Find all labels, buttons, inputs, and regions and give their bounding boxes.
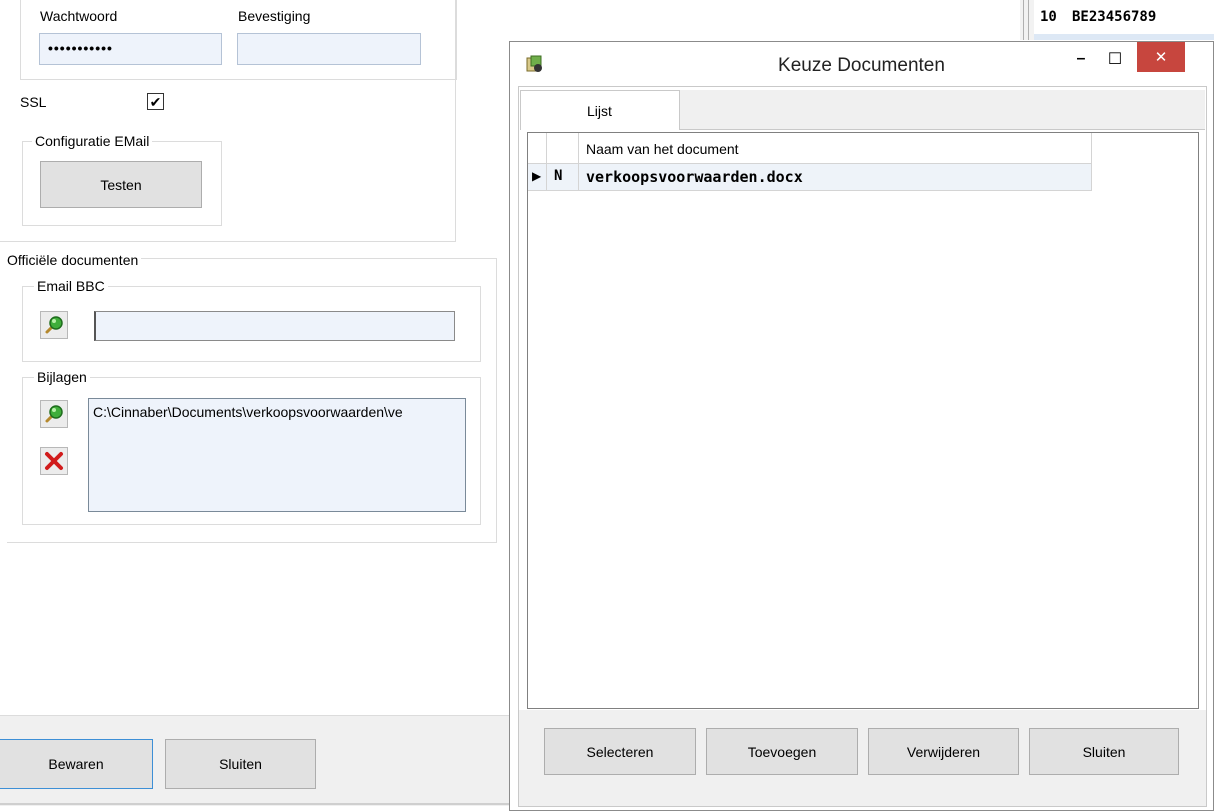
email-bbc-input[interactable] <box>94 311 455 341</box>
test-button[interactable]: Testen <box>40 161 202 208</box>
select-button[interactable]: Selecteren <box>544 728 696 775</box>
minimize-icon: – <box>1076 50 1086 67</box>
document-grid[interactable]: Naam van het document ▶ N verkoopsvoorwa… <box>527 132 1199 709</box>
tab-lijst-label: Lijst <box>587 103 612 119</box>
confirm-field[interactable] <box>237 33 421 65</box>
delete-icon <box>45 452 63 470</box>
keuze-documenten-dialog: Keuze Documenten – ☐ ✕ Lijst Naam van he… <box>509 41 1214 811</box>
minimize-button[interactable]: – <box>1066 46 1096 72</box>
config-email-legend: Configuratie EMail <box>32 133 153 149</box>
password-field[interactable]: ••••••••••• <box>39 33 222 65</box>
table-row[interactable]: ▶ N verkoopsvoorwaarden.docx <box>528 164 1092 191</box>
attachments-list[interactable]: C:\Cinnaber\Documents\verkoopsvoorwaarde… <box>88 398 466 512</box>
close-icon: ✕ <box>1154 49 1168 66</box>
ssl-checkbox[interactable]: ✔ <box>147 93 164 110</box>
dialog-sluiten-button[interactable]: Sluiten <box>1029 728 1179 775</box>
close-button[interactable]: Sluiten <box>165 739 316 789</box>
add-button[interactable]: Toevoegen <box>706 728 858 775</box>
dialog-close-button[interactable]: ✕ <box>1137 42 1185 72</box>
search-icon <box>45 405 63 423</box>
maximize-icon: ☐ <box>1107 51 1123 68</box>
email-bbc-search-button[interactable] <box>40 311 68 339</box>
grid-row-value: BE23456789 <box>1072 9 1157 25</box>
password-label: Wachtwoord <box>40 8 118 24</box>
row-flag: N <box>554 168 563 184</box>
attachments-delete-button[interactable] <box>40 447 68 475</box>
email-bbc-legend: Email BBC <box>34 278 108 294</box>
row-document-name: verkoopsvoorwaarden.docx <box>586 168 803 186</box>
ssl-label: SSL <box>20 94 47 110</box>
grid-header-row: Naam van het document <box>528 133 1092 164</box>
column-header-name[interactable]: Naam van het document <box>586 141 739 157</box>
search-icon <box>45 316 63 334</box>
grid-row-number: 10 <box>1040 9 1057 25</box>
footer-bottom-line <box>0 803 509 805</box>
attachments-legend: Bijlagen <box>34 369 90 385</box>
official-docs-legend: Officiële documenten <box>7 252 142 268</box>
settings-panel-bottom <box>0 241 456 242</box>
tab-strip-filler <box>680 90 1205 130</box>
maximize-button[interactable]: ☐ <box>1100 46 1130 72</box>
settings-panel-border <box>455 0 456 242</box>
password-value: ••••••••••• <box>48 40 113 56</box>
check-icon: ✔ <box>149 93 162 110</box>
dialog-titlebar: Keuze Documenten – ☐ ✕ <box>510 42 1213 86</box>
background-grid: 10 BE23456789 <box>1020 0 1214 40</box>
tab-lijst[interactable]: Lijst <box>520 90 680 130</box>
delete-button[interactable]: Verwijderen <box>868 728 1019 775</box>
row-indicator-icon: ▶ <box>532 169 542 183</box>
save-button[interactable]: Bewaren <box>0 739 153 789</box>
attachments-search-button[interactable] <box>40 400 68 428</box>
attachment-path: C:\Cinnaber\Documents\verkoopsvoorwaarde… <box>93 404 403 420</box>
confirm-label: Bevestiging <box>238 8 311 24</box>
